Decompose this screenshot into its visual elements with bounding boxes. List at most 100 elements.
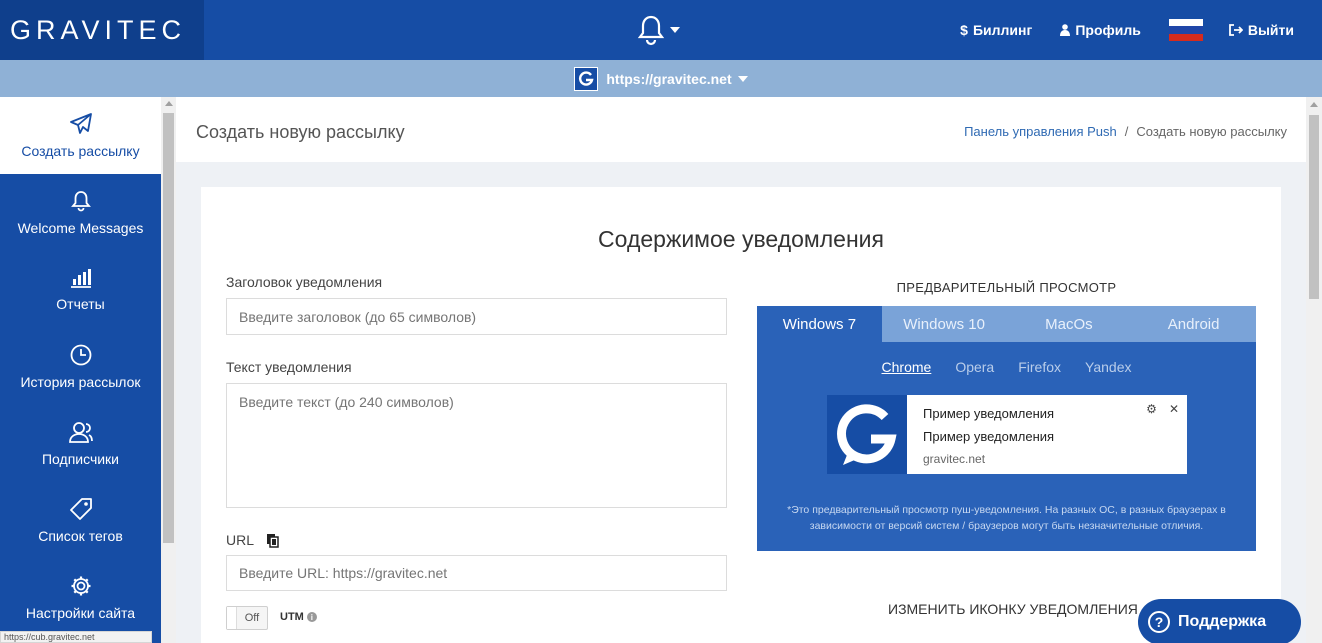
user-icon — [1060, 24, 1071, 36]
tab-yandex[interactable]: Yandex — [1085, 359, 1131, 375]
os-tabs: Windows 7 Windows 10 MacOs Android — [757, 306, 1256, 342]
brand-logo[interactable]: GRAVITEC — [0, 0, 204, 60]
sidebar-item-create-campaign[interactable]: Создать рассылку — [0, 97, 161, 174]
preview-title: ПРЕДВАРИТЕЛЬНЫЙ ПРОСМОТР — [896, 280, 1117, 295]
text-label: Текст уведомления — [226, 359, 352, 375]
sidebar-item-label: Подписчики — [41, 450, 119, 467]
sidebar-item-label: Отчеты — [56, 295, 105, 312]
question-icon: ? — [1148, 611, 1170, 633]
tab-windows-7[interactable]: Windows 7 — [757, 306, 882, 342]
chevron-down-icon — [737, 75, 748, 82]
sidebar-item-label: Создать рассылку — [21, 142, 140, 159]
billing-link[interactable]: $ Биллинг — [960, 22, 1032, 38]
site-favicon — [574, 66, 599, 91]
main-scrollbar[interactable] — [1306, 97, 1322, 643]
sign-out-icon — [1228, 24, 1243, 36]
billing-label: Биллинг — [972, 22, 1033, 38]
scroll-up-arrow-icon[interactable] — [165, 101, 173, 106]
logo-text: GRAVITEC — [10, 14, 187, 45]
utm-toggle[interactable]: Off — [226, 606, 268, 630]
sidebar: Создать рассылку Welcome Messages Отчеты… — [0, 97, 161, 643]
support-label: Поддержка — [1178, 613, 1267, 630]
breadcrumb-home-link[interactable]: Панель управления Push — [964, 124, 1117, 139]
users-icon — [68, 421, 93, 443]
preview-note: *Это предварительный просмотр пуш-уведом… — [787, 504, 1226, 532]
sidebar-item-label: История рассылок — [20, 373, 141, 390]
language-flag-ru[interactable] — [1168, 19, 1203, 41]
title-label: Заголовок уведомления — [226, 274, 383, 290]
flag-stripe-red — [1168, 33, 1203, 41]
breadcrumb: Панель управления Push / Создать новую р… — [964, 124, 1287, 139]
toggle-state-label: Off — [244, 612, 260, 624]
notification-preview: Пример уведомления Пример уведомления gr… — [827, 395, 1187, 474]
tab-macos[interactable]: MacOs — [1007, 306, 1132, 342]
notification-form-card: Содержимое уведомления Заголовок уведомл… — [201, 187, 1281, 643]
page-title: Создать новую рассылку — [196, 122, 405, 142]
notification-text-input[interactable] — [226, 383, 727, 508]
flag-stripe-white — [1168, 19, 1203, 27]
tab-android[interactable]: Android — [1131, 306, 1256, 342]
toggle-knob — [227, 607, 237, 629]
support-button[interactable]: ? Поддержка — [1138, 599, 1301, 643]
url-input[interactable] — [226, 555, 727, 591]
tab-chrome[interactable]: Chrome — [882, 359, 932, 375]
change-icon-heading: ИЗМЕНИТЬ ИКОНКУ УВЕДОМЛЕНИЯ — [888, 601, 1138, 617]
scroll-up-arrow-icon[interactable] — [1310, 102, 1318, 107]
browser-tabs: Chrome Opera Firefox Yandex — [757, 359, 1256, 375]
bell-icon — [70, 190, 91, 211]
info-icon[interactable]: i — [306, 612, 317, 622]
scrollbar-thumb[interactable] — [163, 113, 174, 543]
profile-label: Профиль — [1075, 22, 1141, 38]
sidebar-item-subscribers[interactable]: Подписчики — [0, 405, 161, 482]
notification-title-input[interactable] — [226, 298, 727, 335]
notification-actions: ⚙ ✕ — [1146, 402, 1179, 416]
utm-label: UTM — [280, 611, 304, 623]
sidebar-scrollbar[interactable] — [161, 97, 176, 643]
gear-icon[interactable]: ⚙ — [1146, 402, 1157, 416]
profile-link[interactable]: Профиль — [1060, 22, 1141, 38]
browser-status-url: https://cub.gravitec.net — [0, 631, 152, 643]
paste-icon[interactable] — [266, 533, 279, 548]
breadcrumb-current: Создать новую рассылку — [1136, 124, 1287, 139]
sidebar-item-history[interactable]: История рассылок — [0, 328, 161, 405]
utm-label-row: UTM i — [280, 611, 317, 623]
dollar-icon: $ — [960, 22, 968, 38]
breadcrumb-separator: / — [1124, 124, 1129, 139]
top-navbar: GRAVITEC $ Биллинг Профиль Выйти — [0, 0, 1322, 60]
notification-domain: gravitec.net — [923, 452, 986, 466]
sidebar-item-site-settings[interactable]: Настройки сайта — [0, 559, 161, 636]
tab-windows-10[interactable]: Windows 10 — [882, 306, 1007, 342]
site-selector[interactable]: https://gravitec.net — [0, 60, 1322, 97]
bell-icon — [637, 15, 665, 46]
sidebar-item-welcome-messages[interactable]: Welcome Messages — [0, 174, 161, 251]
notifications-dropdown[interactable] — [636, 14, 680, 46]
sidebar-item-tags[interactable]: Список тегов — [0, 482, 161, 559]
logout-label: Выйти — [1247, 22, 1294, 38]
flag-stripe-blue — [1168, 26, 1203, 34]
chevron-down-icon — [670, 27, 680, 33]
clock-icon — [70, 344, 91, 365]
url-label-row: URL — [226, 532, 279, 548]
gravitec-logo-icon — [837, 403, 897, 465]
tab-opera[interactable]: Opera — [955, 359, 994, 375]
url-label: URL — [226, 532, 255, 548]
gear-icon — [71, 576, 90, 595]
tag-icon — [69, 497, 92, 520]
scrollbar-thumb[interactable] — [1309, 115, 1319, 299]
bar-chart-icon — [70, 268, 91, 288]
notification-text: Пример уведомления — [923, 429, 1055, 444]
sidebar-item-label: Welcome Messages — [17, 219, 144, 236]
sidebar-item-label: Настройки сайта — [25, 604, 136, 621]
close-icon[interactable]: ✕ — [1169, 402, 1179, 416]
sidebar-item-reports[interactable]: Отчеты — [0, 251, 161, 328]
notification-body: Пример уведомления Пример уведомления gr… — [907, 395, 1187, 474]
page-header: Создать новую рассылку Панель управления… — [176, 97, 1306, 162]
preview-panel: Windows 7 Windows 10 MacOs Android Chrom… — [757, 306, 1256, 551]
notification-icon — [827, 395, 907, 474]
paper-plane-icon — [69, 112, 92, 134]
logout-link[interactable]: Выйти — [1228, 22, 1294, 38]
section-title: Содержимое уведомления — [598, 226, 884, 252]
notification-title: Пример уведомления — [923, 406, 1055, 421]
tab-firefox[interactable]: Firefox — [1018, 359, 1061, 375]
sidebar-item-label: Список тегов — [38, 527, 123, 544]
